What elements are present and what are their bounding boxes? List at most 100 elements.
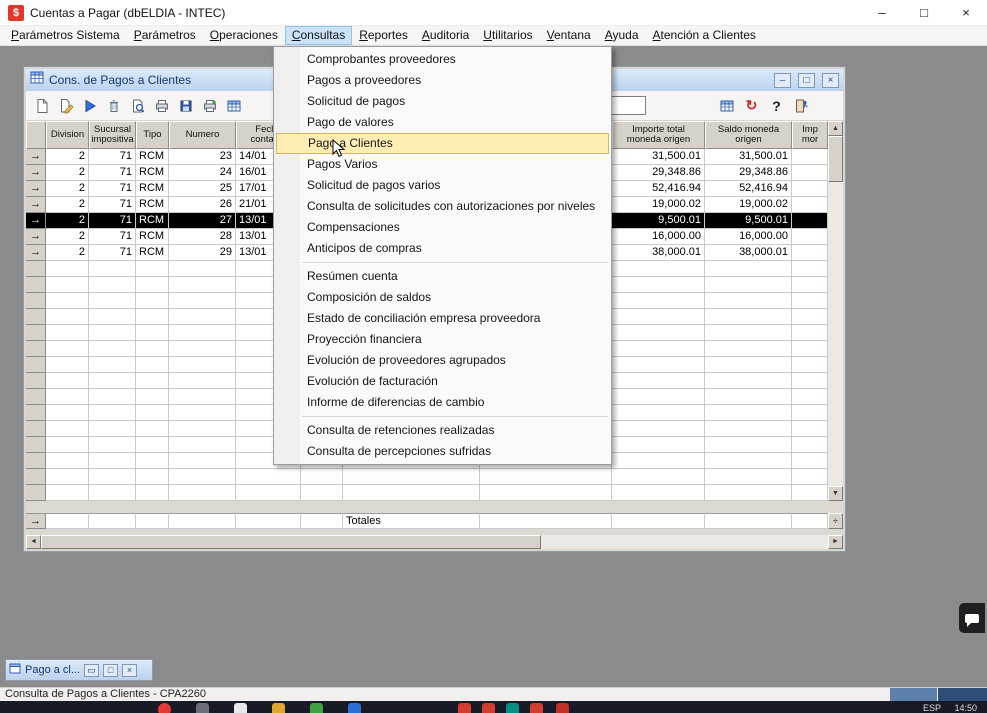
cell-saldo[interactable] <box>705 405 792 421</box>
cell-sucursal[interactable] <box>89 405 136 421</box>
cell-importe-clipped[interactable] <box>792 437 828 453</box>
menubar-item[interactable]: Auditoria <box>415 26 476 45</box>
cell-division[interactable]: 2 <box>46 165 89 181</box>
cell-saldo[interactable] <box>705 261 792 277</box>
cell-saldo[interactable]: 29,348.86 <box>705 165 792 181</box>
row-selector-cell[interactable]: → <box>26 181 46 197</box>
cell-tipo[interactable]: RCM <box>136 165 169 181</box>
minimized-window-pago-a-clientes[interactable]: Pago a cl... ▭ □ × <box>5 659 153 681</box>
cell-division[interactable] <box>46 293 89 309</box>
row-selector-cell[interactable] <box>26 277 46 293</box>
chat-overlay-icon[interactable] <box>959 603 985 633</box>
menu-item[interactable]: Solicitud de pagos <box>274 91 611 112</box>
cell-division[interactable] <box>46 421 89 437</box>
scroll-right-button[interactable]: ► <box>828 535 843 549</box>
cell-tipo[interactable] <box>136 453 169 469</box>
menu-item[interactable]: Resúmen cuenta <box>274 266 611 287</box>
cell-saldo[interactable]: 9,500.01 <box>705 213 792 229</box>
maximize-button[interactable]: □ <box>903 0 945 26</box>
cell-saldo[interactable] <box>705 357 792 373</box>
cell-hidden-2[interactable] <box>343 485 480 501</box>
menu-item[interactable]: Comprobantes proveedores <box>274 49 611 70</box>
menu-item[interactable]: Pago de valores <box>274 112 611 133</box>
taskbar-icon[interactable] <box>196 703 209 713</box>
cell-importe[interactable] <box>612 277 705 293</box>
cell-sucursal[interactable] <box>89 293 136 309</box>
cell-saldo[interactable]: 16,000.00 <box>705 229 792 245</box>
row-selector-cell[interactable] <box>26 325 46 341</box>
cell-numero[interactable]: 28 <box>169 229 236 245</box>
child-close-button[interactable]: × <box>822 73 839 88</box>
row-selector-cell[interactable] <box>26 389 46 405</box>
cell-saldo[interactable] <box>705 485 792 501</box>
cell-hidden-2[interactable] <box>343 469 480 485</box>
cell-sucursal[interactable] <box>89 309 136 325</box>
cell-sucursal[interactable] <box>89 341 136 357</box>
menubar-item[interactable]: Atención a Clientes <box>646 26 763 45</box>
menu-item[interactable]: Pagos a proveedores <box>274 70 611 91</box>
cell-saldo[interactable]: 19,000.02 <box>705 197 792 213</box>
cell-division[interactable] <box>46 357 89 373</box>
cell-tipo[interactable]: RCM <box>136 229 169 245</box>
row-selector-cell[interactable] <box>26 485 46 501</box>
row-selector-cell[interactable]: → <box>26 197 46 213</box>
menubar-item[interactable]: Parámetros <box>127 26 203 45</box>
cell-importe-clipped[interactable] <box>792 341 828 357</box>
minimize-button[interactable]: – <box>861 0 903 26</box>
column-header-sucursal-impositiva[interactable]: Sucursal impositiva <box>89 121 136 149</box>
cell-sucursal[interactable] <box>89 277 136 293</box>
cell-saldo[interactable] <box>705 389 792 405</box>
cell-importe-clipped[interactable] <box>792 181 828 197</box>
cell-sucursal[interactable]: 71 <box>89 181 136 197</box>
cell-sucursal[interactable]: 71 <box>89 197 136 213</box>
cell-importe-clipped[interactable] <box>792 213 828 229</box>
cell-numero[interactable] <box>169 357 236 373</box>
cell-fecha[interactable] <box>236 469 301 485</box>
row-selector-cell[interactable] <box>26 453 46 469</box>
cell-numero[interactable]: 26 <box>169 197 236 213</box>
cell-numero[interactable]: 27 <box>169 213 236 229</box>
cell-tipo[interactable] <box>136 341 169 357</box>
cell-hidden-1[interactable] <box>301 469 343 485</box>
menu-item[interactable]: Evolución de proveedores agrupados <box>274 350 611 371</box>
cell-saldo[interactable] <box>705 469 792 485</box>
cell-numero[interactable] <box>169 373 236 389</box>
cell-importe-clipped[interactable] <box>792 309 828 325</box>
row-selector-cell[interactable] <box>26 373 46 389</box>
cell-sucursal[interactable] <box>89 469 136 485</box>
cell-saldo[interactable] <box>705 437 792 453</box>
cell-numero[interactable] <box>169 325 236 341</box>
cell-importe[interactable] <box>612 341 705 357</box>
menu-item[interactable]: Anticipos de compras <box>274 238 611 259</box>
cell-tipo[interactable]: RCM <box>136 213 169 229</box>
cell-tipo[interactable]: RCM <box>136 245 169 261</box>
cell-tipo[interactable]: RCM <box>136 197 169 213</box>
vertical-scrollbar-track[interactable] <box>828 182 843 486</box>
taskbar-icon[interactable] <box>234 703 247 713</box>
cell-tipo[interactable] <box>136 357 169 373</box>
save-icon[interactable] <box>174 94 197 117</box>
cell-importe-clipped[interactable] <box>792 197 828 213</box>
cell-importe[interactable]: 38,000.01 <box>612 245 705 261</box>
execute-icon[interactable] <box>78 94 101 117</box>
row-selector-cell[interactable]: → <box>26 165 46 181</box>
taskbar-icon[interactable] <box>506 703 519 713</box>
cell-importe-clipped[interactable] <box>792 453 828 469</box>
cell-numero[interactable] <box>169 485 236 501</box>
menu-item[interactable]: Proyección financiera <box>274 329 611 350</box>
cell-importe[interactable]: 29,348.86 <box>612 165 705 181</box>
refresh-icon[interactable]: ↻ <box>740 94 763 117</box>
close-button[interactable]: × <box>945 0 987 26</box>
cell-sucursal[interactable] <box>89 373 136 389</box>
new-record-icon[interactable] <box>30 94 53 117</box>
row-selector-cell[interactable]: → <box>26 149 46 165</box>
cell-importe[interactable] <box>612 485 705 501</box>
cell-saldo[interactable] <box>705 341 792 357</box>
cell-hidden-3[interactable] <box>480 469 612 485</box>
menu-item[interactable]: Informe de diferencias de cambio <box>274 392 611 413</box>
cell-division[interactable]: 2 <box>46 213 89 229</box>
cell-sucursal[interactable] <box>89 437 136 453</box>
menu-item[interactable]: Composición de saldos <box>274 287 611 308</box>
cell-division[interactable] <box>46 405 89 421</box>
menu-item[interactable]: Solicitud de pagos varios <box>274 175 611 196</box>
